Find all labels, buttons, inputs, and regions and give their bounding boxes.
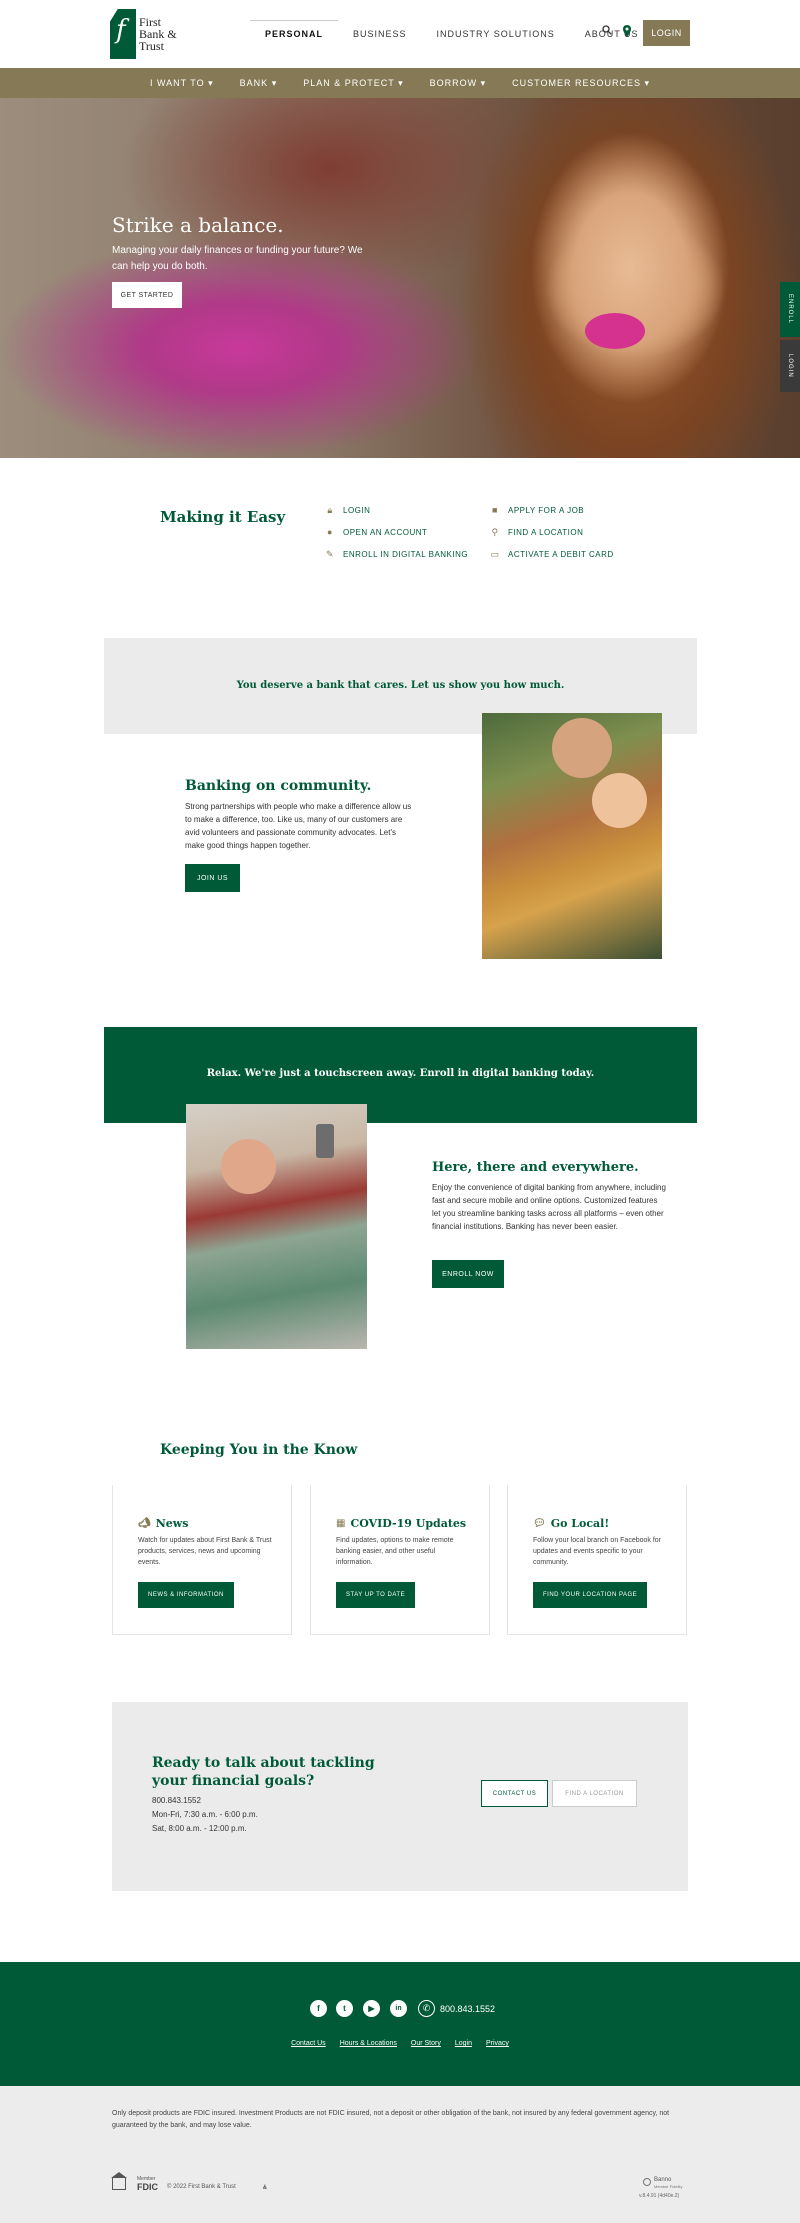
find-location-page-button[interactable]: FIND YOUR LOCATION PAGE (533, 1582, 648, 1608)
ada-icon: ♿︎ (262, 2185, 268, 2191)
contact-panel: Ready to talk about tackling your financ… (112, 1702, 688, 1891)
contact-title: Ready to talk about tackling your financ… (152, 1755, 375, 1789)
version-label: v.8.4.91 (4d40e.2) (639, 2193, 680, 2199)
briefcase-icon: ■ (492, 505, 498, 515)
chat-icon: 💬︎ (533, 1518, 546, 1529)
footer-link-hours-locations[interactable]: Hours & Locations (340, 2040, 397, 2047)
banno-sub-label: Member Fidelity (654, 2184, 683, 2189)
megaphone-icon: 📣︎ (138, 1518, 151, 1529)
news-card-text: Watch for updates about First Bank & Tru… (138, 1537, 272, 1566)
covid-card: ▦ COVID-19 Updates Find updates, options … (310, 1485, 490, 1635)
subnav-borrow[interactable]: BORROW ▾ (430, 78, 487, 89)
news-information-button[interactable]: NEWS & INFORMATION (138, 1582, 234, 1608)
contact-us-button[interactable]: CONTACT US (481, 1780, 548, 1807)
top-nav: PERSONAL BUSINESS INDUSTRY SOLUTIONS ABO… (250, 20, 654, 54)
phone-shape (316, 1124, 334, 1158)
contact-hours-saturday: Sat, 8:00 a.m. - 12:00 p.m. (152, 1824, 247, 1833)
quicklink-enroll-digital[interactable]: ✎ ENROLL IN DIGITAL BANKING (325, 549, 468, 559)
calendar-icon: ▦ (336, 1518, 346, 1529)
know-title: Keeping You in the Know (160, 1442, 358, 1458)
facebook-icon[interactable]: f (310, 2000, 327, 2017)
footer-link-our-story[interactable]: Our Story (411, 2040, 441, 2047)
footer-link-login[interactable]: Login (455, 2040, 472, 2047)
community-body: Strong partnerships with people who make… (185, 802, 412, 850)
digital-body: Enjoy the convenience of digital banking… (432, 1183, 666, 1231)
phone-icon: ✆ (418, 2000, 435, 2017)
logo-text: First Bank & Trust (139, 15, 177, 53)
login-button[interactable]: LOGIN (643, 20, 690, 46)
find-location-button[interactable]: FIND A LOCATION (552, 1780, 637, 1807)
linkedin-icon[interactable]: in (390, 2000, 407, 2017)
edit-icon: ✎ (325, 549, 335, 559)
footer-links: Contact Us Hours & Locations Our Story L… (0, 2040, 800, 2047)
hammock-photo (186, 1104, 367, 1349)
lock-icon: 🔒︎ (327, 505, 333, 515)
bank-logo[interactable]: f First Bank & Trust (110, 8, 180, 60)
flower-shape (585, 313, 645, 349)
making-it-easy-title: Making it Easy (160, 508, 286, 526)
news-card: 📣︎ News Watch for updates about First Ban… (112, 1485, 292, 1635)
go-local-card-text: Follow your local branch on Facebook for… (533, 1537, 662, 1566)
subnav-i-want-to[interactable]: I WANT TO ▾ (150, 78, 214, 89)
footer (0, 1962, 800, 2086)
quicklink-activate-card[interactable]: ▭ ACTIVATE A DEBIT CARD (490, 549, 614, 559)
girl-face-shape (520, 98, 800, 458)
legal-section: Only deposit products are FDIC insured. … (0, 2086, 800, 2223)
twitter-icon[interactable]: t (336, 2000, 353, 2017)
footer-link-contact-us[interactable]: Contact Us (291, 2040, 326, 2047)
login-side-tab[interactable]: LOGIN (780, 340, 800, 392)
banno-label: Banno (654, 2177, 672, 2183)
copyright: © 2022 First Bank & Trust (167, 2184, 236, 2190)
woman-face-shape (221, 1139, 276, 1194)
parent-face-shape (552, 718, 612, 778)
fdic-logo: FDIC (137, 2182, 158, 2192)
fdic-disclaimer: Only deposit products are FDIC insured. … (112, 2110, 670, 2129)
logo-mark: f (110, 9, 136, 59)
quicklink-login[interactable]: 🔒︎ LOGIN (325, 505, 370, 515)
join-us-button[interactable]: JOIN US (185, 864, 240, 892)
contact-phone[interactable]: 800.843.1552 (152, 1796, 201, 1805)
subnav-customer-resources[interactable]: CUSTOMER RESOURCES ▾ (512, 78, 650, 89)
quicklink-find-location[interactable]: ⚲ FIND A LOCATION (490, 527, 583, 537)
enroll-now-button[interactable]: ENROLL NOW (432, 1260, 504, 1288)
hero-image: Strike a balance. Managing your daily fi… (0, 98, 800, 458)
location-pin-icon[interactable] (620, 25, 634, 39)
quicklink-apply-job[interactable]: ■ APPLY FOR A JOB (490, 505, 584, 515)
digital-banner-text: Relax. We're just a touchscreen away. En… (206, 1068, 595, 1079)
nav-personal[interactable]: PERSONAL (250, 20, 339, 54)
search-icon[interactable] (600, 25, 614, 39)
youtube-icon[interactable]: ▶ (363, 2000, 380, 2017)
stay-up-to-date-button[interactable]: STAY UP TO DATE (336, 1582, 416, 1608)
nav-industry-solutions[interactable]: INDUSTRY SOLUTIONS (422, 20, 570, 54)
child-face-shape (592, 773, 647, 828)
get-started-button[interactable]: GET STARTED (112, 282, 182, 308)
community-photo (482, 713, 662, 959)
map-pin-icon: ⚲ (491, 527, 499, 537)
covid-card-text: Find updates, options to make remote ban… (336, 1537, 454, 1566)
hero-subtitle: Managing your daily finances or funding … (112, 245, 363, 272)
piggy-bank-icon: ● (327, 527, 333, 537)
equal-housing-icon (111, 2172, 127, 2190)
enroll-side-tab[interactable]: ENROLL (780, 282, 800, 337)
sub-nav: I WANT TO ▾ BANK ▾ PLAN & PROTECT ▾ BORR… (0, 68, 800, 98)
subnav-bank[interactable]: BANK ▾ (240, 78, 278, 89)
footer-link-privacy[interactable]: Privacy (486, 2040, 509, 2047)
hero-title: Strike a balance. (112, 213, 284, 237)
community-banner-text: You deserve a bank that cares. Let us sh… (236, 680, 565, 691)
subnav-plan-protect[interactable]: PLAN & PROTECT ▾ (303, 78, 403, 89)
card-icon: ▭ (490, 549, 500, 559)
go-local-card: 💬︎ Go Local! Follow your local branch on … (507, 1485, 687, 1635)
contact-hours-weekday: Mon-Fri, 7:30 a.m. - 6:00 p.m. (152, 1810, 258, 1819)
digital-title: Here, there and everywhere. (432, 1160, 639, 1175)
footer-phone[interactable]: 800.843.1552 (440, 2004, 495, 2014)
nav-business[interactable]: BUSINESS (338, 20, 422, 54)
banno-logo-icon (643, 2178, 651, 2186)
community-title: Banking on community. (185, 778, 372, 794)
quicklink-open-account[interactable]: ● OPEN AN ACCOUNT (325, 527, 427, 537)
